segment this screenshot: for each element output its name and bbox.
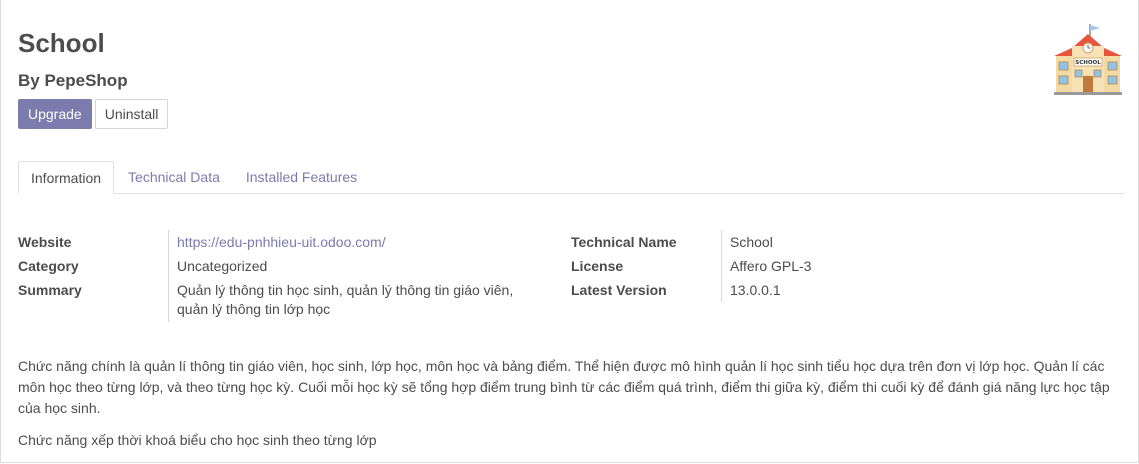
svg-text:SCHOOL: SCHOOL [1075, 60, 1101, 66]
description-paragraph: Chức năng xếp thời khoá biểu cho học sin… [18, 432, 377, 448]
tab-technical-data[interactable]: Technical Data [116, 161, 232, 193]
license-row: License Affero GPL-3 [571, 254, 811, 278]
module-tabs: Information Technical Data Installed Fea… [18, 161, 1124, 194]
school-building-icon: SCHOOL [1050, 22, 1126, 98]
description-paragraph: Chức năng chính là quản lí thông tin giá… [18, 358, 1110, 416]
technical-name-value: School [721, 230, 773, 254]
license-value: Affero GPL-3 [721, 254, 811, 278]
summary-row: Summary Quản lý thông tin học sinh, quản… [18, 278, 547, 322]
action-buttons: Upgrade Uninstall [18, 99, 169, 129]
module-title: School [18, 28, 105, 58]
technical-name-label: Technical Name [571, 234, 677, 250]
website-row: Website https://edu-pnhhieu-uit.odoo.com… [18, 230, 547, 254]
upgrade-button[interactable]: Upgrade [18, 99, 92, 129]
latest-version-label: Latest Version [571, 282, 667, 298]
tab-information[interactable]: Information [18, 161, 115, 194]
category-value: Uncategorized [168, 254, 547, 278]
info-left-group: Website https://edu-pnhhieu-uit.odoo.com… [18, 230, 547, 322]
category-row: Category Uncategorized [18, 254, 547, 278]
website-label: Website [18, 234, 72, 250]
tab-installed-features[interactable]: Installed Features [234, 161, 369, 193]
latest-version-value: 13.0.0.1 [721, 278, 781, 302]
module-form-sheet: School By PepeShop Upgrade Uninstall SCH… [0, 0, 1139, 463]
module-description: Chức năng chính là quản lí thông tin giá… [18, 356, 1128, 462]
summary-value: Quản lý thông tin học sinh, quản lý thôn… [168, 278, 547, 322]
latest-version-row: Latest Version 13.0.0.1 [571, 278, 811, 302]
technical-name-row: Technical Name School [571, 230, 811, 254]
website-link[interactable]: https://edu-pnhhieu-uit.odoo.com/ [177, 234, 386, 250]
module-author: By PepeShop [18, 71, 128, 90]
uninstall-button[interactable]: Uninstall [94, 99, 169, 129]
summary-label: Summary [18, 282, 82, 298]
category-label: Category [18, 258, 79, 274]
website-value: https://edu-pnhhieu-uit.odoo.com/ [168, 230, 547, 254]
license-label: License [571, 258, 624, 274]
info-right-group: Technical Name School License Affero GPL… [571, 230, 811, 302]
